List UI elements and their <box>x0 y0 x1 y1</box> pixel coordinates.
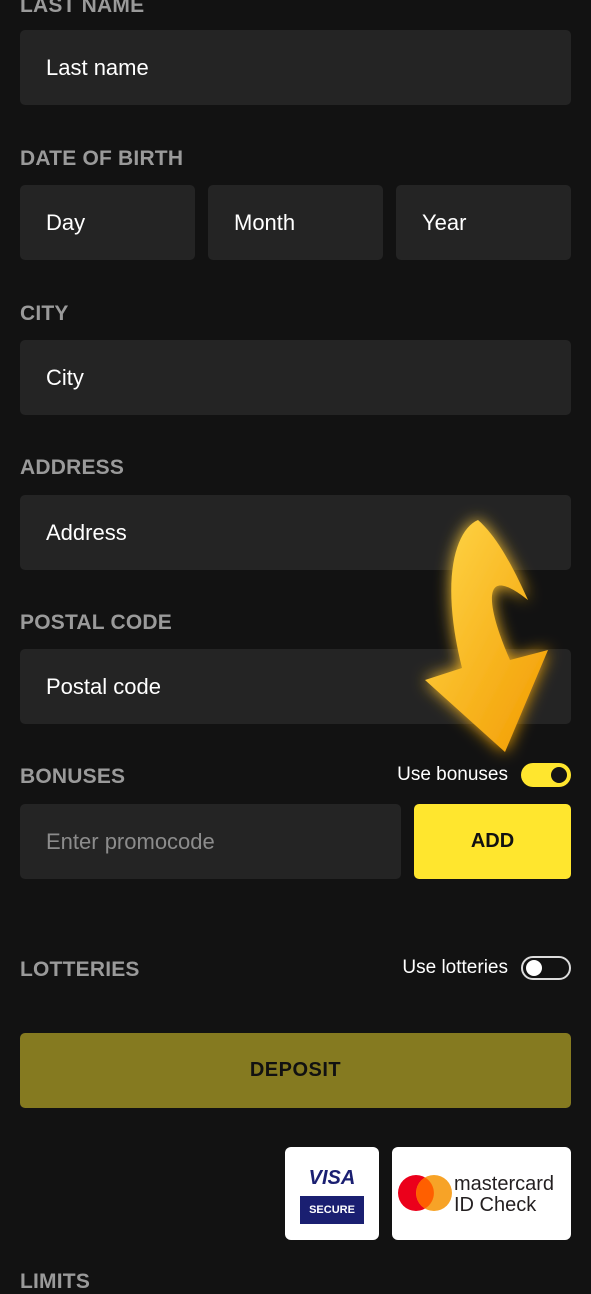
city-placeholder: City <box>46 364 84 390</box>
postal-code-placeholder: Postal code <box>46 673 161 699</box>
use-bonuses-row: Use bonuses <box>397 763 571 787</box>
promocode-input[interactable]: Enter promocode <box>20 804 401 879</box>
last-name-input[interactable]: Last name <box>20 30 571 105</box>
last-name-placeholder: Last name <box>46 54 149 80</box>
year-select[interactable]: Year <box>396 185 571 260</box>
address-placeholder: Address <box>46 519 127 545</box>
day-select[interactable]: Day <box>20 185 195 260</box>
promocode-placeholder: Enter promocode <box>46 828 215 854</box>
use-lotteries-toggle[interactable] <box>521 956 571 980</box>
label-city: CITY <box>20 302 69 325</box>
label-bonuses: BONUSES <box>20 765 126 788</box>
year-placeholder: Year <box>422 209 467 235</box>
postal-code-input[interactable]: Postal code <box>20 649 571 724</box>
use-bonuses-toggle[interactable] <box>521 763 571 787</box>
use-lotteries-row: Use lotteries <box>402 956 571 980</box>
month-select[interactable]: Month <box>208 185 383 260</box>
label-postal-code: POSTAL CODE <box>20 611 172 634</box>
toggle-knob <box>526 960 542 976</box>
month-placeholder: Month <box>234 209 296 235</box>
label-last-name: LAST NAME <box>20 0 145 17</box>
id-check-label: ID Check <box>454 1194 537 1216</box>
label-address: ADDRESS <box>20 456 125 479</box>
label-next-section: LIMITS <box>20 1270 91 1293</box>
add-promocode-button[interactable]: ADD <box>414 804 571 879</box>
mastercard-name: mastercard <box>454 1173 555 1195</box>
visa-logo-text: VISA <box>308 1167 356 1189</box>
day-placeholder: Day <box>46 209 86 235</box>
address-input[interactable]: Address <box>20 495 571 570</box>
visa-secure-label: SECURE <box>300 1196 364 1224</box>
label-date-of-birth: DATE OF BIRTH <box>20 147 184 170</box>
use-bonuses-label: Use bonuses <box>397 764 508 785</box>
mastercard-id-check-badge: mastercard ID Check <box>392 1147 571 1240</box>
toggle-knob <box>551 767 567 783</box>
deposit-button[interactable]: DEPOSIT <box>20 1033 571 1108</box>
label-lotteries: LOTTERIES <box>20 958 140 981</box>
visa-secure-badge: VISA SECURE <box>285 1147 379 1240</box>
city-input[interactable]: City <box>20 340 571 415</box>
mastercard-circles-icon <box>398 1175 452 1211</box>
use-lotteries-label: Use lotteries <box>402 957 508 978</box>
